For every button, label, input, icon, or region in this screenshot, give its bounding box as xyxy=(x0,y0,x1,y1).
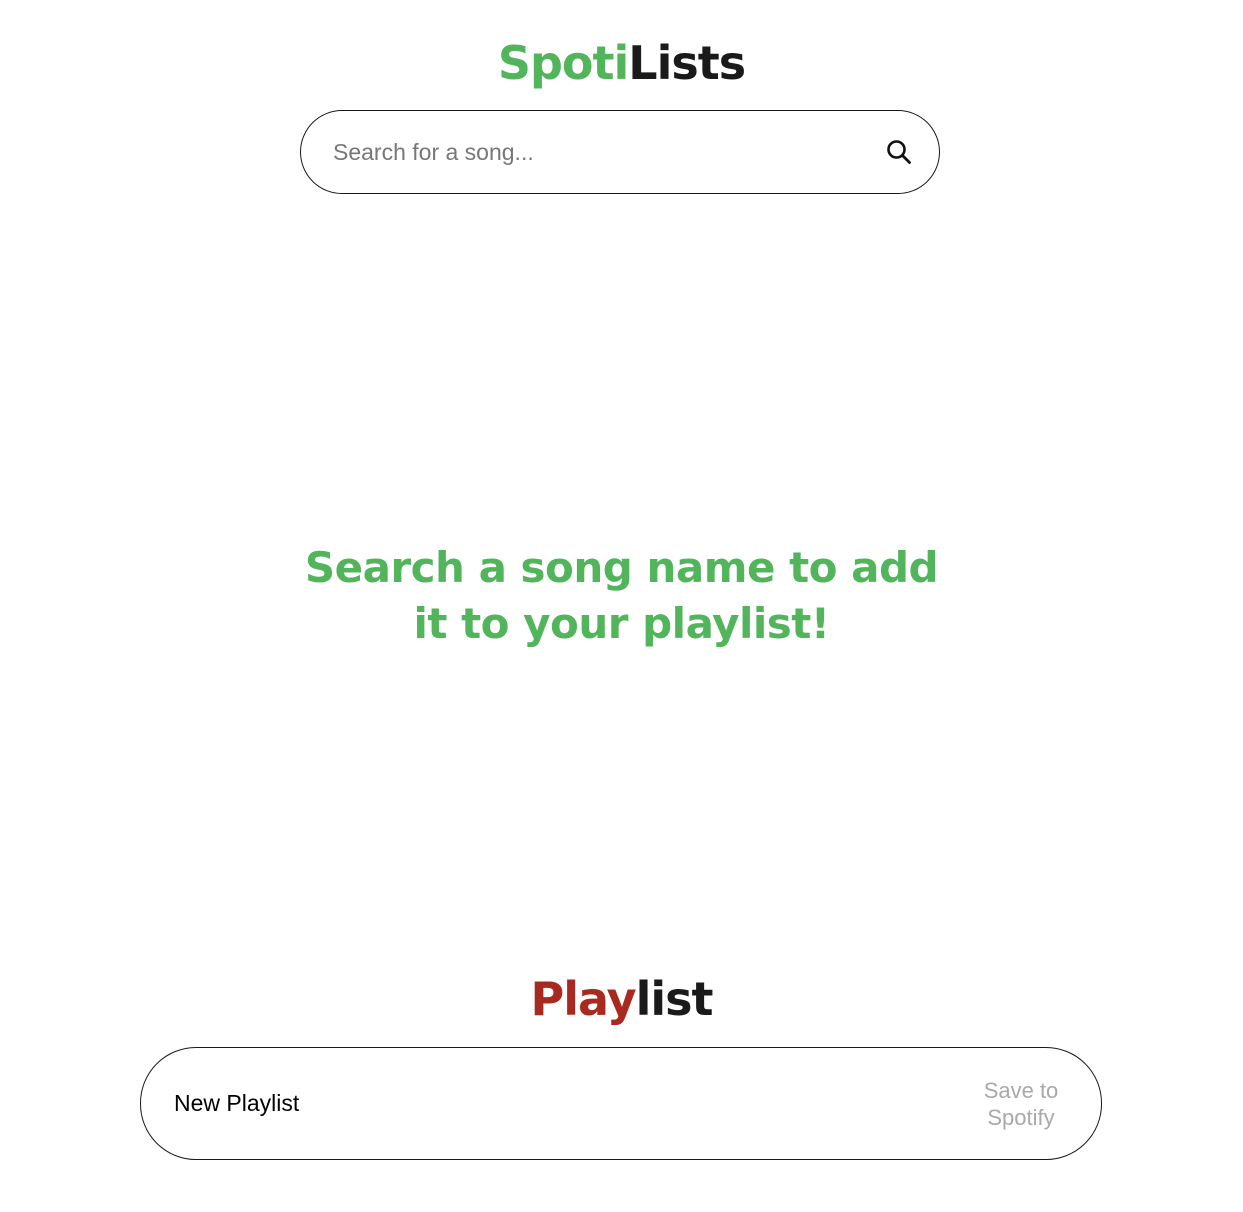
app-logo: SpotiLists xyxy=(0,34,1243,92)
playlist-heading: Playlist xyxy=(0,970,1243,1028)
search-button[interactable] xyxy=(869,122,929,182)
logo-part-spoti: Spoti xyxy=(497,36,629,90)
search-bar xyxy=(300,110,940,194)
playlist-heading-part-play: Play xyxy=(530,972,637,1026)
search-icon xyxy=(887,140,911,164)
playlist-bar: Save to Spotify xyxy=(140,1047,1102,1160)
logo-part-lists: Lists xyxy=(628,36,746,90)
playlist-heading-part-list: list xyxy=(635,972,714,1026)
search-input[interactable] xyxy=(301,122,869,182)
save-button-label-line-2: Spotify xyxy=(987,1104,1055,1130)
save-button-label-line-1: Save to xyxy=(983,1077,1059,1103)
empty-results-line-2: it to your playlist! xyxy=(413,599,830,648)
save-to-spotify-button[interactable]: Save to Spotify xyxy=(961,1077,1081,1131)
empty-results-line-1: Search a song name to add xyxy=(304,543,939,592)
empty-results-message: Search a song name to add it to your pla… xyxy=(0,540,1243,652)
playlist-name-input[interactable] xyxy=(141,1078,961,1129)
